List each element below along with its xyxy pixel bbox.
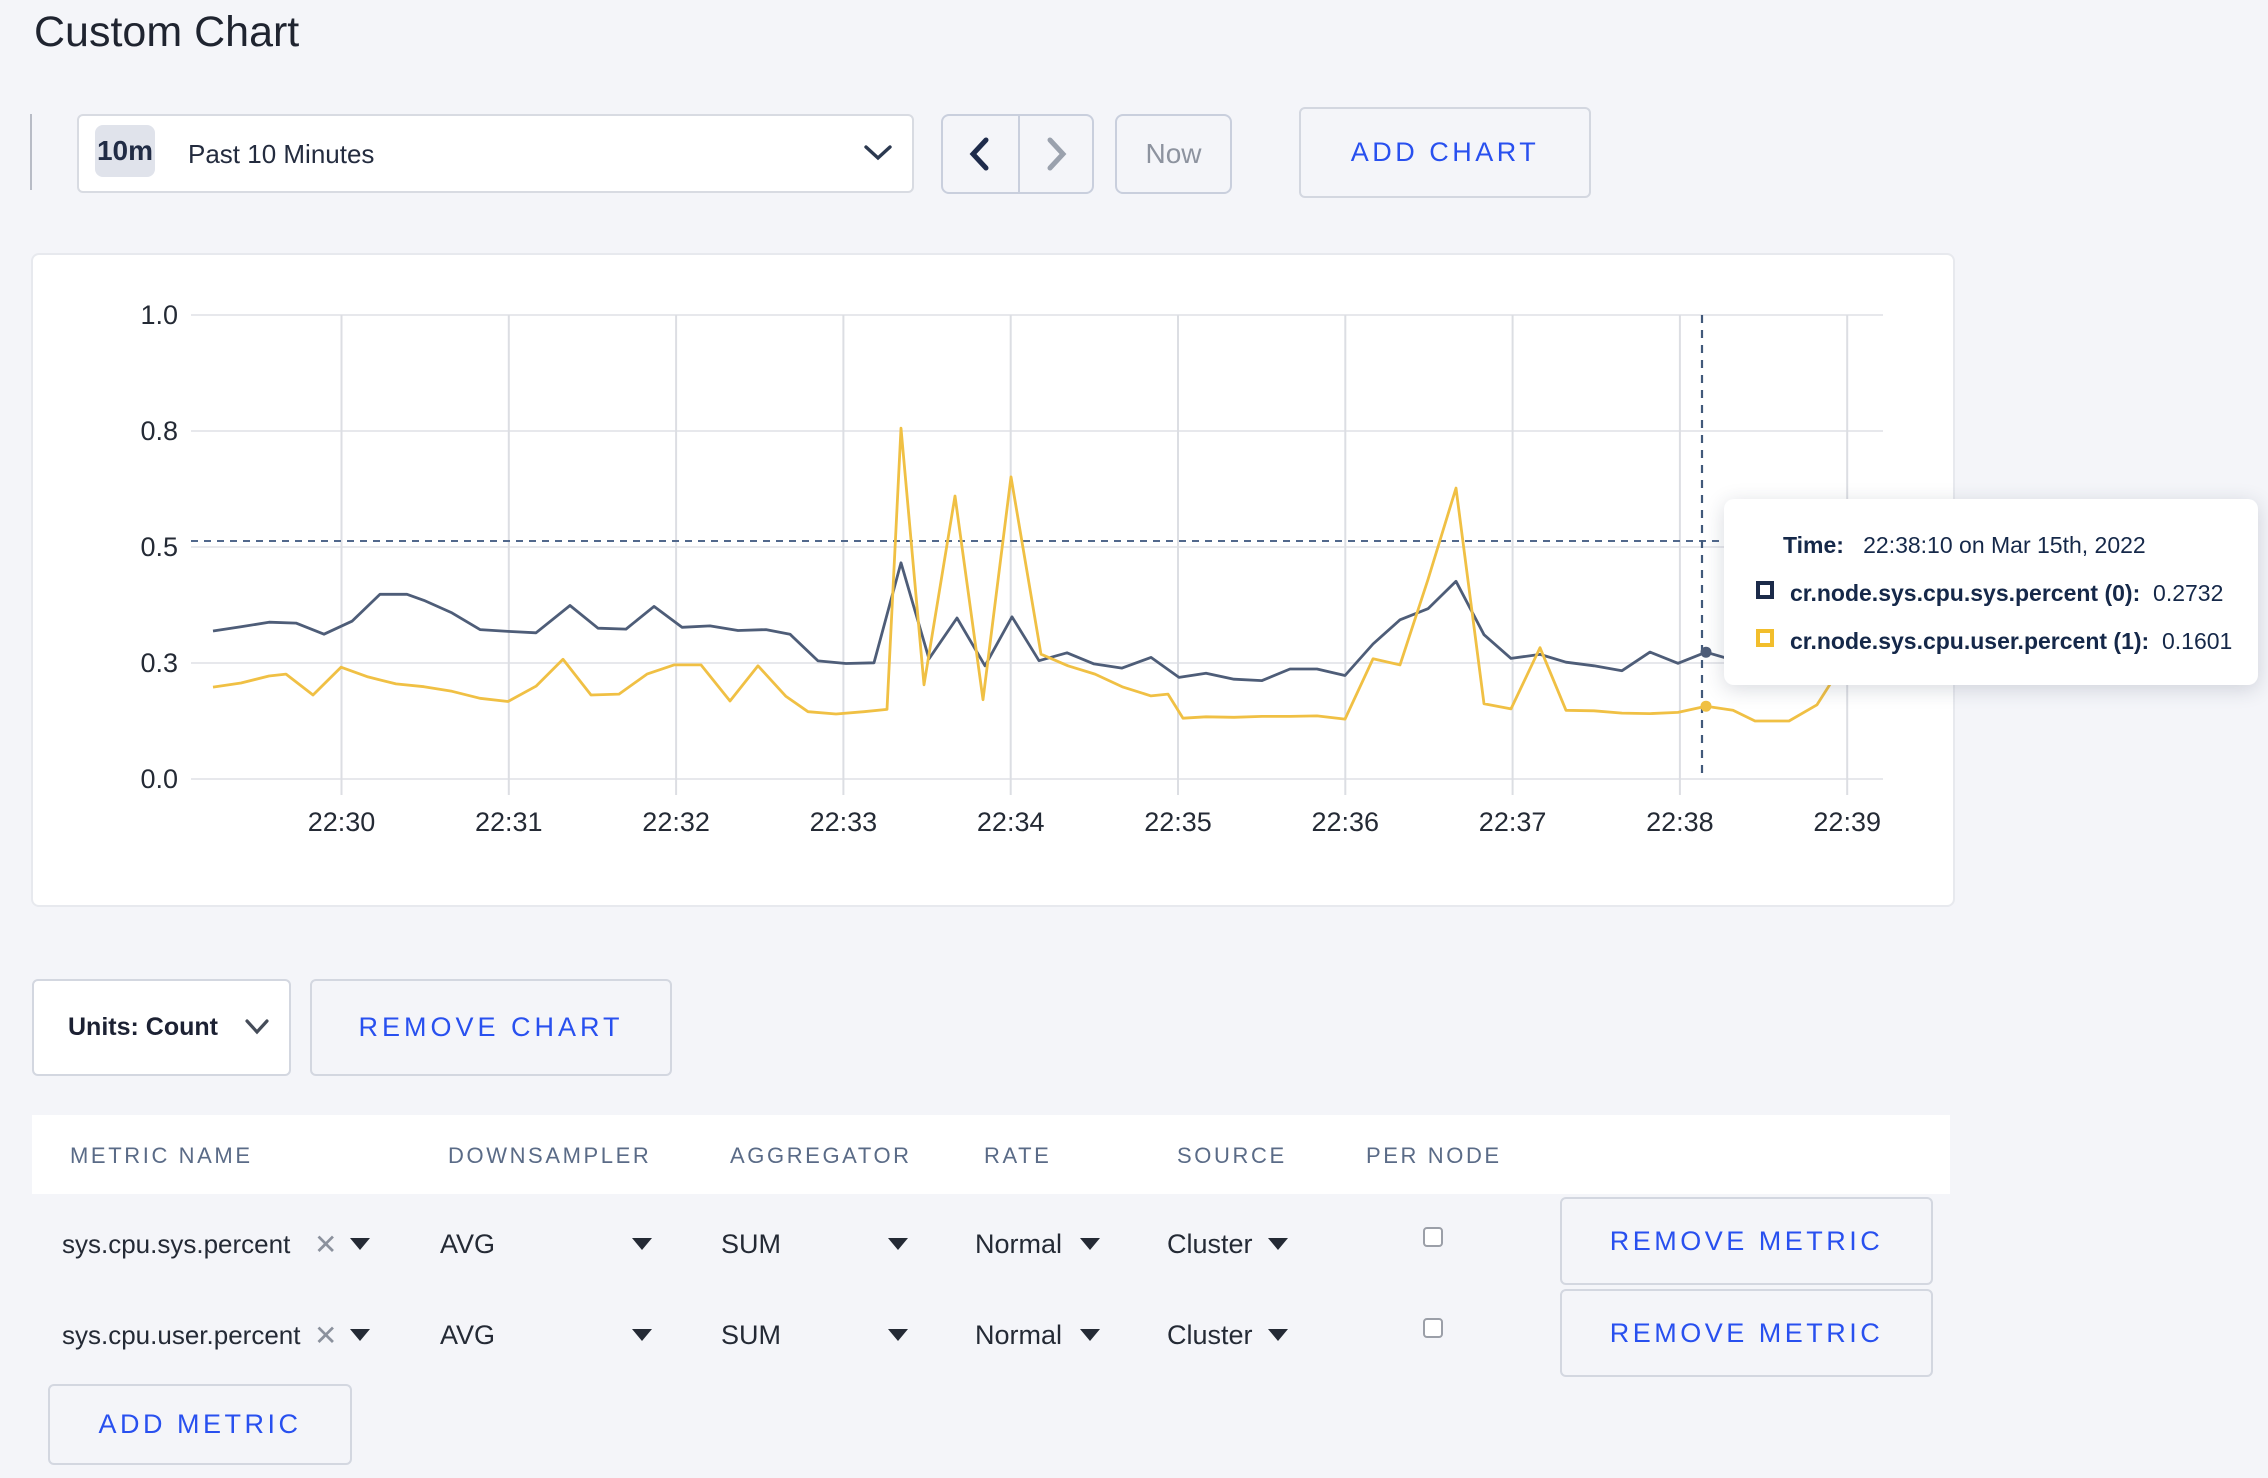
svg-text:22:33: 22:33 [810, 807, 878, 837]
svg-text:22:35: 22:35 [1144, 807, 1212, 837]
svg-text:1.0: 1.0 [140, 300, 178, 330]
svg-text:0.3: 0.3 [140, 648, 178, 678]
svg-text:22:37: 22:37 [1479, 807, 1547, 837]
svg-text:22:36: 22:36 [1312, 807, 1380, 837]
svg-text:22:32: 22:32 [642, 807, 710, 837]
svg-text:0.8: 0.8 [140, 416, 178, 446]
svg-text:22:39: 22:39 [1813, 807, 1881, 837]
svg-text:22:38: 22:38 [1646, 807, 1714, 837]
svg-text:0.5: 0.5 [140, 532, 178, 562]
svg-text:22:34: 22:34 [977, 807, 1045, 837]
svg-text:0.0: 0.0 [140, 764, 178, 794]
svg-text:22:31: 22:31 [475, 807, 543, 837]
svg-text:22:30: 22:30 [308, 807, 376, 837]
